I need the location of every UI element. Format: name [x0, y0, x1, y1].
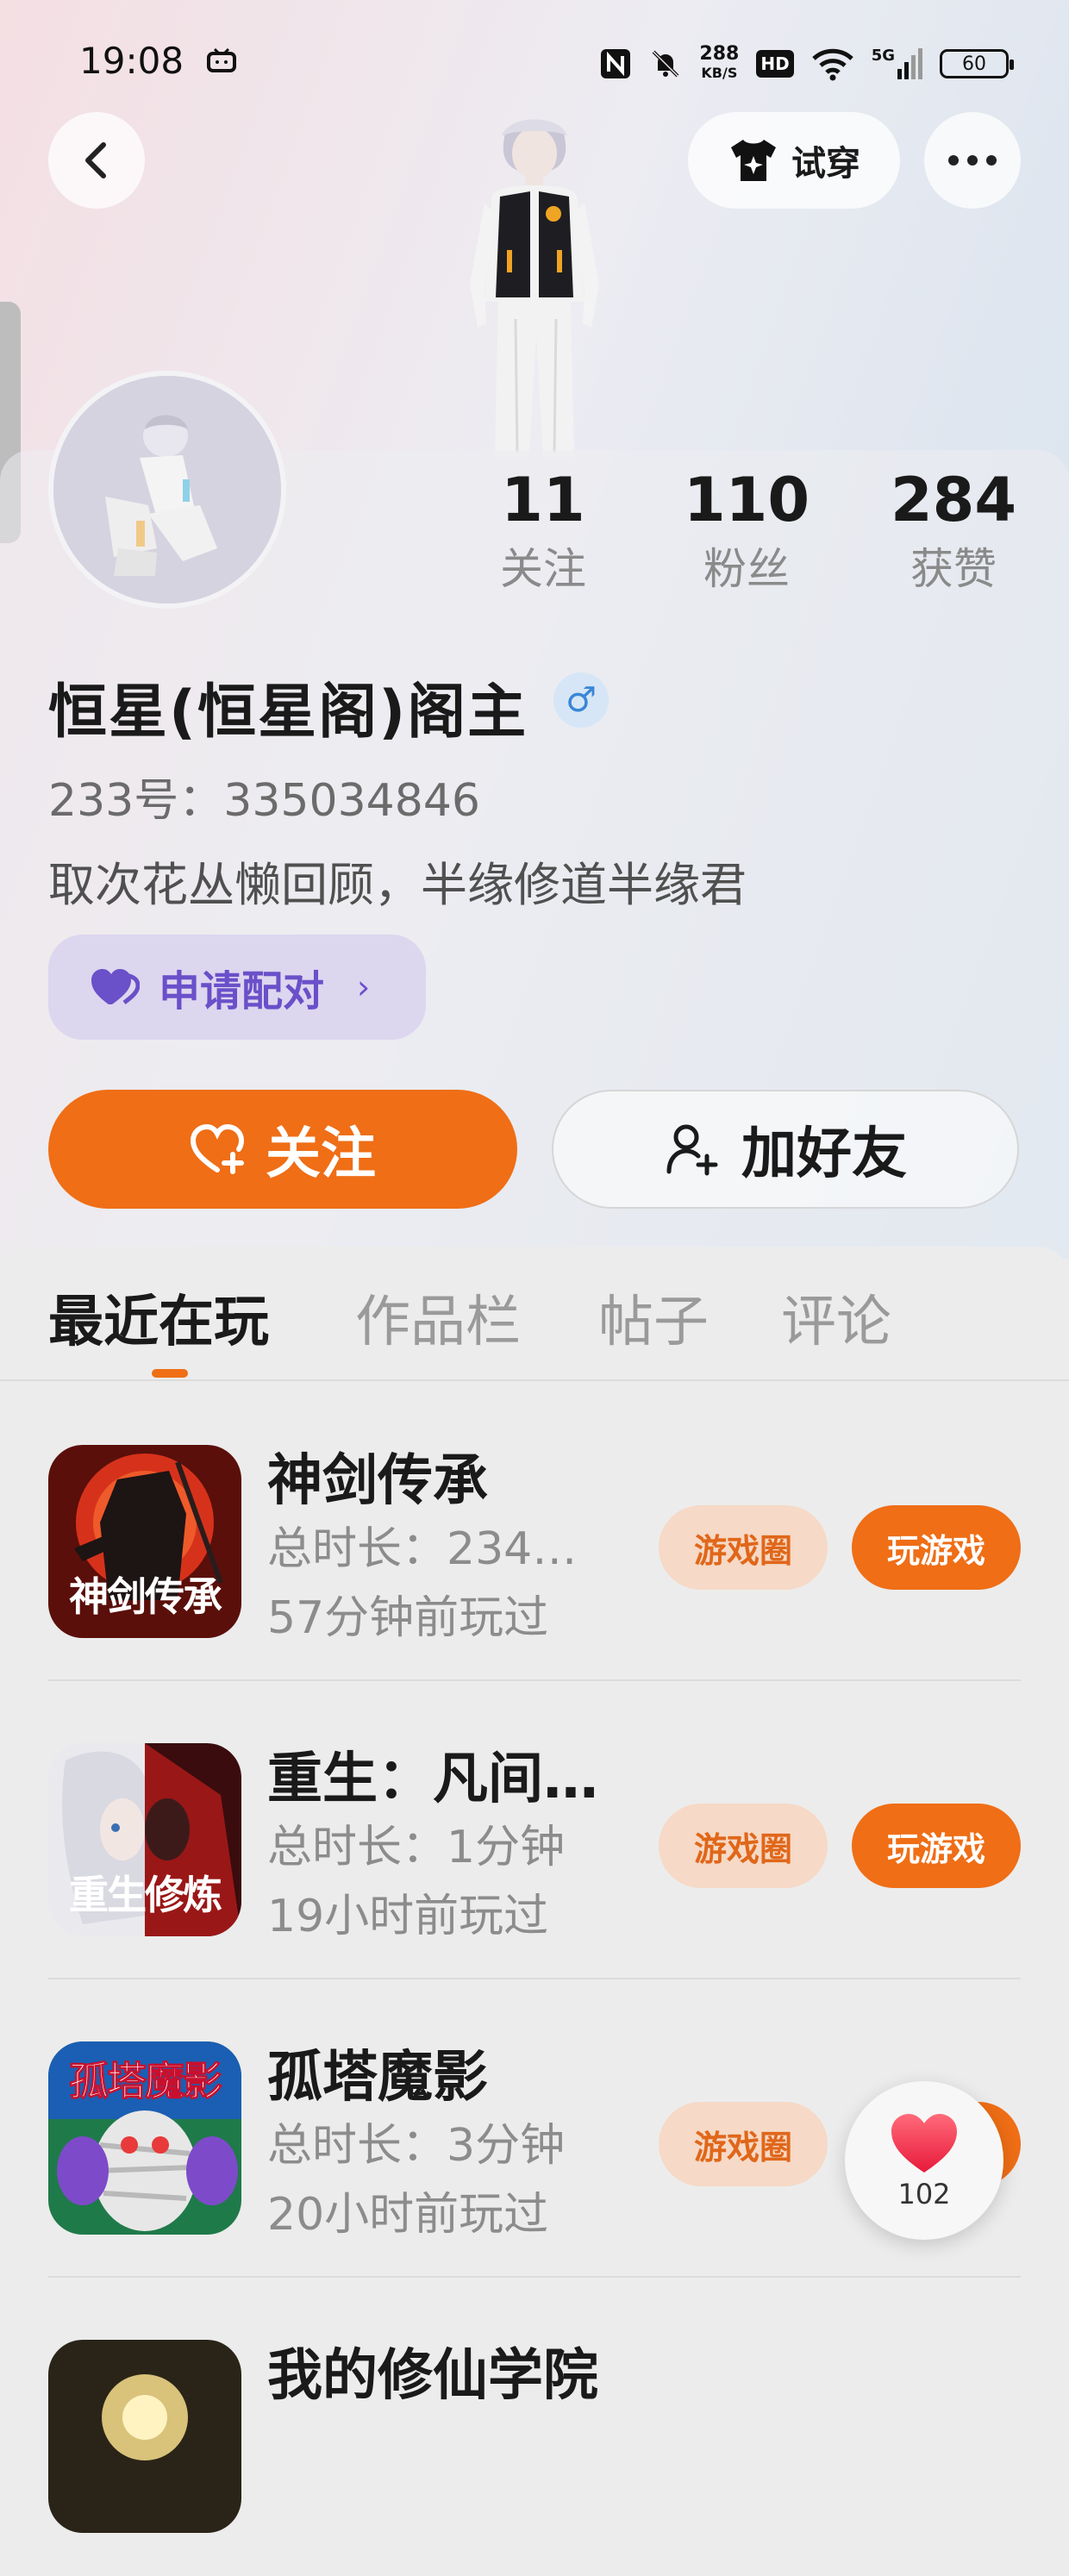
- stat-fans[interactable]: 110 粉丝: [660, 461, 833, 599]
- tab-posts[interactable]: 帖子: [598, 1278, 709, 1357]
- try-on-label: 试穿: [791, 144, 860, 184]
- like-count: 102: [897, 2178, 951, 2210]
- add-friend-button[interactable]: 加好友: [552, 1090, 1019, 1209]
- status-bar: 19:08 288 KB/S HD 5G 60: [0, 0, 1069, 129]
- game-title: 重生：凡间…: [267, 1748, 598, 1811]
- signal-5g: 5G: [872, 48, 922, 79]
- heart-plus-icon: [190, 1123, 245, 1174]
- tab-comments[interactable]: 评论: [781, 1278, 891, 1357]
- profile-tabs: 最近在玩 作品栏 帖子 评论: [0, 1247, 1069, 1381]
- try-on-button[interactable]: 试穿: [688, 112, 900, 209]
- chevron-right-icon: ›: [357, 968, 371, 1006]
- game-icon-guta: 孤塔魔影: [48, 2041, 241, 2235]
- back-button[interactable]: [48, 112, 145, 209]
- game-title: 我的修仙学院: [267, 2344, 598, 2408]
- wifi-icon: [811, 48, 853, 81]
- fans-count: 110: [683, 465, 810, 535]
- game-row[interactable]: 我的修仙学院: [48, 2278, 1021, 2576]
- user-id[interactable]: 233号：335034846: [48, 764, 480, 828]
- avatar-character-image: [53, 376, 281, 603]
- user-avatar[interactable]: [48, 371, 286, 609]
- add-user-icon: [666, 1124, 718, 1176]
- game-circle-button[interactable]: 游戏圈: [659, 2102, 828, 2186]
- likes-label: 获赞: [910, 544, 997, 594]
- game-icon-chongsheng: 重生修炼: [48, 1743, 241, 1936]
- male-gender-icon: ♂: [553, 672, 609, 728]
- bilibili-tv-icon: [207, 48, 236, 72]
- mute-bell-icon: [652, 50, 679, 78]
- game-circle-button[interactable]: 游戏圈: [659, 1804, 828, 1888]
- likes-count: 284: [890, 465, 1017, 535]
- status-time: 19:08: [79, 40, 184, 82]
- hd-badge: HD: [756, 50, 794, 78]
- game-icon-caption: 神剑传承: [69, 1573, 222, 1620]
- game-icon-caption: 孤塔魔影: [69, 2058, 223, 2105]
- play-game-button[interactable]: 玩游戏: [852, 1505, 1021, 1590]
- back-arrow-icon: [85, 142, 106, 178]
- game-icon-xiuxian: [48, 2340, 241, 2533]
- more-button[interactable]: [924, 112, 1021, 209]
- heart-pair-icon: [91, 969, 140, 1004]
- stat-likes[interactable]: 284 获赞: [867, 461, 1040, 599]
- game-icon-caption: 重生修炼: [69, 1872, 222, 1918]
- heart-icon: [891, 2114, 957, 2173]
- follow-label: 关注: [266, 1122, 376, 1186]
- game-duration: 总时长：234…: [267, 1523, 578, 1575]
- play-game-button[interactable]: 玩游戏: [852, 1804, 1021, 1888]
- request-pair-label: 申请配对: [159, 967, 325, 1016]
- nfc-icon: [601, 49, 631, 78]
- tab-recently-played[interactable]: 最近在玩: [48, 1278, 269, 1357]
- like-floating-button[interactable]: 102: [845, 2081, 1003, 2240]
- add-friend-label: 加好友: [741, 1122, 907, 1186]
- game-row[interactable]: 神剑传承 神剑传承 总时长：234… 57分钟前玩过 游戏圈 玩游戏: [48, 1383, 1021, 1681]
- username: 恒星(恒星阁)阁主: [48, 678, 528, 747]
- game-last-played: 57分钟前玩过: [267, 1592, 549, 1644]
- game-last-played: 19小时前玩过: [267, 1891, 549, 1942]
- net-speed: 288 KB/S: [699, 43, 740, 82]
- tshirt-sparkle-icon: [731, 140, 776, 181]
- following-label: 关注: [500, 544, 586, 594]
- game-title: 神剑传承: [267, 1449, 488, 1513]
- game-circle-button[interactable]: 游戏圈: [659, 1505, 828, 1590]
- game-icon-shenjian: 神剑传承: [48, 1445, 241, 1638]
- request-pair-button[interactable]: 申请配对 ›: [48, 935, 426, 1040]
- character-3d-model: [470, 119, 599, 457]
- stat-following[interactable]: 11 关注: [457, 461, 629, 599]
- game-duration: 总时长：1分钟: [267, 1822, 566, 1873]
- game-title: 孤塔魔影: [267, 2046, 488, 2110]
- fans-label: 粉丝: [703, 544, 790, 594]
- tab-works[interactable]: 作品栏: [355, 1278, 521, 1357]
- more-dots-icon: [948, 155, 997, 166]
- following-count: 11: [501, 465, 585, 535]
- user-bio: 取次花丛懒回顾，半缘修道半缘君: [48, 858, 747, 912]
- follow-button[interactable]: 关注: [48, 1090, 517, 1209]
- game-last-played: 20小时前玩过: [267, 2189, 549, 2241]
- active-tab-indicator: [152, 1369, 188, 1378]
- game-row[interactable]: 重生修炼 重生：凡间… 总时长：1分钟 19小时前玩过 游戏圈 玩游戏: [48, 1681, 1021, 1979]
- game-duration: 总时长：3分钟: [267, 2120, 566, 2172]
- battery-indicator: 60: [940, 49, 1014, 78]
